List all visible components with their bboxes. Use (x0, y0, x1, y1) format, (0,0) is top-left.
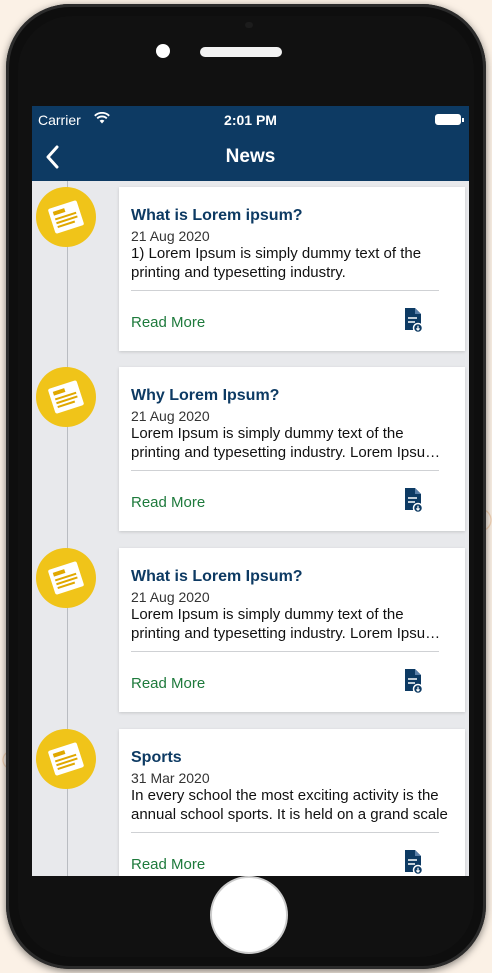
news-card[interactable]: Sports 31 Mar 2020 In every school the m… (119, 729, 465, 876)
status-time: 2:01 PM (224, 112, 277, 128)
newspaper-icon (36, 367, 96, 427)
news-description: Lorem Ipsum is simply dummy text of the … (131, 606, 438, 642)
divider (131, 290, 439, 291)
news-description: Lorem Ipsum is simply dummy text of the … (131, 425, 438, 461)
home-button[interactable] (210, 876, 288, 954)
app-screen: Carrier 2:01 PM News What is Lorem ipsum… (32, 106, 469, 876)
news-item: What is Lorem ipsum? 21 Aug 2020 1) Lore… (32, 181, 469, 351)
news-card[interactable]: Why Lorem Ipsum? 21 Aug 2020 Lorem Ipsum… (119, 367, 465, 531)
news-title: What is Lorem Ipsum? (131, 568, 303, 585)
news-title: Sports (131, 749, 182, 766)
news-date: 21 Aug 2020 (131, 228, 210, 244)
document-icon[interactable] (403, 668, 423, 694)
news-date: 21 Aug 2020 (131, 408, 210, 424)
status-bar: Carrier 2:01 PM (32, 106, 469, 134)
news-date: 21 Aug 2020 (131, 589, 210, 605)
news-description: 1) Lorem Ipsum is simply dummy text of t… (131, 245, 422, 281)
battery-icon (435, 114, 464, 125)
proximity-sensor (245, 22, 253, 28)
front-camera (156, 44, 170, 58)
news-item: What is Lorem Ipsum? 21 Aug 2020 Lorem I… (32, 542, 469, 712)
read-more-link[interactable]: Read More (131, 675, 205, 692)
earpiece-speaker (200, 47, 282, 57)
newspaper-icon (36, 187, 96, 247)
news-date: 31 Mar 2020 (131, 770, 210, 786)
divider (131, 470, 439, 471)
news-card[interactable]: What is Lorem ipsum? 21 Aug 2020 1) Lore… (119, 187, 465, 351)
divider (131, 832, 439, 833)
news-description: In every school the most exciting activi… (131, 787, 448, 823)
document-icon[interactable] (403, 307, 423, 333)
page-title: News (225, 146, 276, 167)
divider (131, 651, 439, 652)
newspaper-icon (36, 548, 96, 608)
news-title: Why Lorem Ipsum? (131, 387, 280, 404)
news-item: Why Lorem Ipsum? 21 Aug 2020 Lorem Ipsum… (32, 361, 469, 531)
navigation-bar: News (32, 134, 469, 181)
document-icon[interactable] (403, 849, 423, 875)
document-icon[interactable] (403, 487, 423, 513)
newspaper-icon (36, 729, 96, 789)
read-more-link[interactable]: Read More (131, 856, 205, 873)
news-list: What is Lorem ipsum? 21 Aug 2020 1) Lore… (32, 181, 469, 876)
news-card[interactable]: What is Lorem Ipsum? 21 Aug 2020 Lorem I… (119, 548, 465, 712)
news-title: What is Lorem ipsum? (131, 207, 303, 224)
read-more-link[interactable]: Read More (131, 494, 205, 511)
news-item: Sports 31 Mar 2020 In every school the m… (32, 723, 469, 876)
read-more-link[interactable]: Read More (131, 314, 205, 331)
